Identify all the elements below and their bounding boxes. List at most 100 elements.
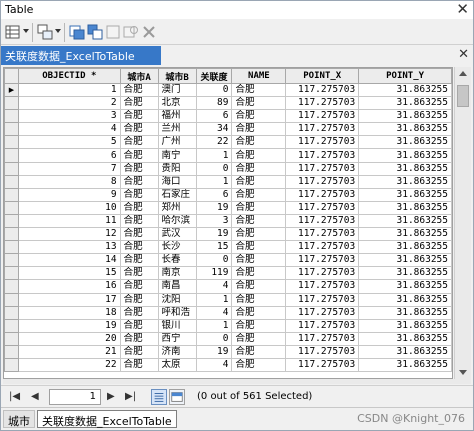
scroll-down-arrow-icon[interactable] <box>459 370 467 375</box>
table-row[interactable]: 8 合肥 海口 1 合肥 117.275703 31.863255 <box>4 174 452 189</box>
row-selector[interactable] <box>4 292 19 307</box>
zoom-to-selected-icon[interactable] <box>123 24 139 40</box>
cell-city-b[interactable]: 呼和浩 <box>157 305 197 320</box>
row-selector[interactable] <box>4 161 19 176</box>
row-selector[interactable] <box>4 357 19 373</box>
cell-objectid[interactable]: 16 <box>17 279 121 294</box>
cell-city-b[interactable]: 北京 <box>157 96 197 111</box>
cell-relevance[interactable]: 15 <box>195 240 233 255</box>
cell-objectid[interactable]: 6 <box>17 148 121 163</box>
cell-point-x[interactable]: 117.275703 <box>285 331 360 346</box>
cell-objectid[interactable]: 14 <box>17 253 121 268</box>
row-selector[interactable] <box>4 213 19 229</box>
cell-city-b[interactable]: 长沙 <box>157 240 197 255</box>
cell-point-x[interactable]: 117.275703 <box>285 135 360 150</box>
cell-city-a[interactable]: 合肥 <box>119 357 159 373</box>
cell-city-b[interactable]: 石家庄 <box>157 187 197 202</box>
cell-relevance[interactable]: 119 <box>195 266 233 281</box>
cell-city-a[interactable]: 合肥 <box>119 305 159 320</box>
cell-city-a[interactable]: 合肥 <box>119 318 159 333</box>
show-all-records-icon[interactable] <box>151 389 167 405</box>
cell-city-b[interactable]: 福州 <box>157 109 197 124</box>
cell-point-x[interactable]: 117.275703 <box>285 148 360 163</box>
cell-point-x[interactable]: 117.275703 <box>285 122 360 137</box>
cell-point-x[interactable]: 117.275703 <box>285 344 360 359</box>
cell-city-a[interactable]: 合肥 <box>119 253 159 268</box>
cell-city-b[interactable]: 银川 <box>157 318 197 333</box>
table-options-icon[interactable] <box>5 24 21 40</box>
cell-point-x[interactable]: 117.275703 <box>285 82 360 98</box>
scrollbar-thumb[interactable] <box>457 85 469 107</box>
cell-objectid[interactable]: 21 <box>17 344 121 359</box>
cell-relevance[interactable]: 0 <box>195 253 233 268</box>
table-row[interactable]: 12 合肥 武汉 19 合肥 117.275703 31.863255 <box>4 227 452 242</box>
column-header-objectid[interactable]: OBJECTID * <box>17 68 121 84</box>
row-selector[interactable] <box>4 240 19 255</box>
cell-city-b[interactable]: 广州 <box>157 135 197 150</box>
cell-relevance[interactable]: 6 <box>195 187 233 202</box>
cell-objectid[interactable]: 19 <box>17 318 121 333</box>
table-row[interactable]: 11 合肥 哈尔滨 3 合肥 117.275703 31.863255 <box>4 213 452 229</box>
cell-point-y[interactable]: 31.863255 <box>358 122 452 137</box>
table-row[interactable]: 5 合肥 广州 22 合肥 117.275703 31.863255 <box>4 135 452 150</box>
table-row[interactable]: 15 合肥 南京 119 合肥 117.275703 31.863255 <box>4 266 452 281</box>
row-selector[interactable] <box>4 266 19 281</box>
cell-point-x[interactable]: 117.275703 <box>285 305 360 320</box>
table-row[interactable]: 7 合肥 贵阳 0 合肥 117.275703 31.863255 <box>4 161 452 176</box>
row-selector[interactable] <box>4 305 19 320</box>
table-options-dropdown-icon[interactable] <box>23 29 29 33</box>
cell-relevance[interactable]: 89 <box>195 96 233 111</box>
cell-point-x[interactable]: 117.275703 <box>285 174 360 189</box>
cell-city-a[interactable]: 合肥 <box>119 279 159 294</box>
cell-point-y[interactable]: 31.863255 <box>358 344 452 359</box>
cell-objectid[interactable]: 8 <box>17 174 121 189</box>
cell-name[interactable]: 合肥 <box>231 96 287 111</box>
cell-relevance[interactable]: 6 <box>195 109 233 124</box>
cell-city-b[interactable]: 郑州 <box>157 200 197 215</box>
cell-name[interactable]: 合肥 <box>231 292 287 307</box>
cell-city-b[interactable]: 南昌 <box>157 279 197 294</box>
cell-city-a[interactable]: 合肥 <box>119 82 159 98</box>
cell-city-a[interactable]: 合肥 <box>119 266 159 281</box>
cell-name[interactable]: 合肥 <box>231 174 287 189</box>
cell-point-x[interactable]: 117.275703 <box>285 109 360 124</box>
cell-city-b[interactable]: 南京 <box>157 266 197 281</box>
previous-record-icon[interactable]: ◀ <box>31 391 39 402</box>
cell-point-y[interactable]: 31.863255 <box>358 253 452 268</box>
tab-relevance-data[interactable]: 关联度数据_ExcelToTable <box>37 410 177 428</box>
cell-city-b[interactable]: 太原 <box>157 357 197 373</box>
cell-objectid[interactable]: 12 <box>17 227 121 242</box>
table-row[interactable]: 19 合肥 银川 1 合肥 117.275703 31.863255 <box>4 318 452 333</box>
cell-city-b[interactable]: 贵阳 <box>157 161 197 176</box>
cell-relevance[interactable]: 1 <box>195 318 233 333</box>
cell-point-y[interactable]: 31.863255 <box>358 292 452 307</box>
cell-point-x[interactable]: 117.275703 <box>285 357 360 373</box>
cell-name[interactable]: 合肥 <box>231 305 287 320</box>
table-row[interactable]: 9 合肥 石家庄 6 合肥 117.275703 31.863255 <box>4 187 452 202</box>
cell-objectid[interactable]: 20 <box>17 331 121 346</box>
cell-objectid[interactable]: 1 <box>17 82 121 98</box>
cell-point-y[interactable]: 31.863255 <box>358 96 452 111</box>
cell-name[interactable]: 合肥 <box>231 357 287 373</box>
cell-relevance[interactable]: 1 <box>195 292 233 307</box>
related-tables-icon[interactable] <box>37 24 53 40</box>
tab-close-icon[interactable]: ✕ <box>458 47 469 62</box>
cell-objectid[interactable]: 13 <box>17 240 121 255</box>
row-selector[interactable] <box>4 227 19 242</box>
cell-objectid[interactable]: 7 <box>17 161 121 176</box>
cell-relevance[interactable]: 1 <box>195 174 233 189</box>
last-record-icon[interactable]: ▶| <box>125 391 136 402</box>
cell-objectid[interactable]: 10 <box>17 200 121 215</box>
table-row[interactable]: 22 合肥 太原 4 合肥 117.275703 31.863255 <box>4 357 452 373</box>
row-selector[interactable] <box>4 187 19 202</box>
table-row[interactable]: 16 合肥 南昌 4 合肥 117.275703 31.863255 <box>4 279 452 294</box>
cell-objectid[interactable]: 22 <box>17 357 121 373</box>
column-header-name[interactable]: NAME <box>231 68 287 84</box>
cell-point-x[interactable]: 117.275703 <box>285 292 360 307</box>
cell-point-y[interactable]: 31.863255 <box>358 240 452 255</box>
cell-city-a[interactable]: 合肥 <box>119 200 159 215</box>
cell-city-b[interactable]: 济南 <box>157 344 197 359</box>
cell-relevance[interactable]: 22 <box>195 135 233 150</box>
row-selector[interactable] <box>4 318 19 333</box>
cell-point-y[interactable]: 31.863255 <box>358 305 452 320</box>
